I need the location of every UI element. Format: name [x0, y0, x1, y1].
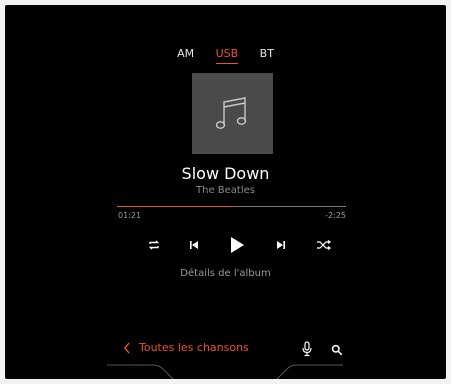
play-button[interactable]: [226, 234, 248, 256]
tab-am[interactable]: AM: [177, 47, 194, 63]
playback-controls: [135, 234, 355, 256]
shuffle-icon: [317, 240, 331, 250]
music-player-screen: AM USB BT Slow Down The Beatles 01:21 -2…: [5, 5, 446, 379]
album-details-link[interactable]: Détails de l'album: [5, 268, 446, 279]
track-artist: The Beatles: [196, 185, 255, 196]
progress-fill: [117, 206, 232, 207]
track-title: Slow Down: [181, 164, 270, 183]
tab-usb[interactable]: USB: [215, 47, 239, 64]
next-button[interactable]: [270, 234, 292, 256]
next-icon: [277, 241, 285, 249]
remaining-time: -2:25: [325, 211, 346, 220]
all-songs-back-button[interactable]: Toutes les chansons: [123, 341, 249, 354]
microphone-icon[interactable]: [301, 341, 313, 361]
previous-button[interactable]: [183, 234, 205, 256]
search-icon[interactable]: [331, 341, 343, 360]
progress-bar[interactable]: [117, 206, 346, 207]
music-note-icon: [215, 96, 246, 129]
tab-bt[interactable]: BT: [260, 47, 274, 63]
repeat-button[interactable]: [143, 234, 165, 256]
all-songs-label: Toutes les chansons: [139, 341, 249, 354]
chevron-left-icon: [123, 342, 131, 354]
album-cover[interactable]: [192, 73, 273, 154]
elapsed-time: 01:21: [118, 211, 142, 220]
shuffle-button[interactable]: [313, 234, 335, 256]
bottom-drawer-handle[interactable]: [5, 363, 446, 379]
source-tabs: AM USB BT: [5, 47, 446, 64]
previous-icon: [190, 241, 198, 249]
play-icon: [231, 237, 244, 253]
bottom-bar: Toutes les chansons: [5, 341, 446, 365]
repeat-icon: [148, 240, 160, 250]
